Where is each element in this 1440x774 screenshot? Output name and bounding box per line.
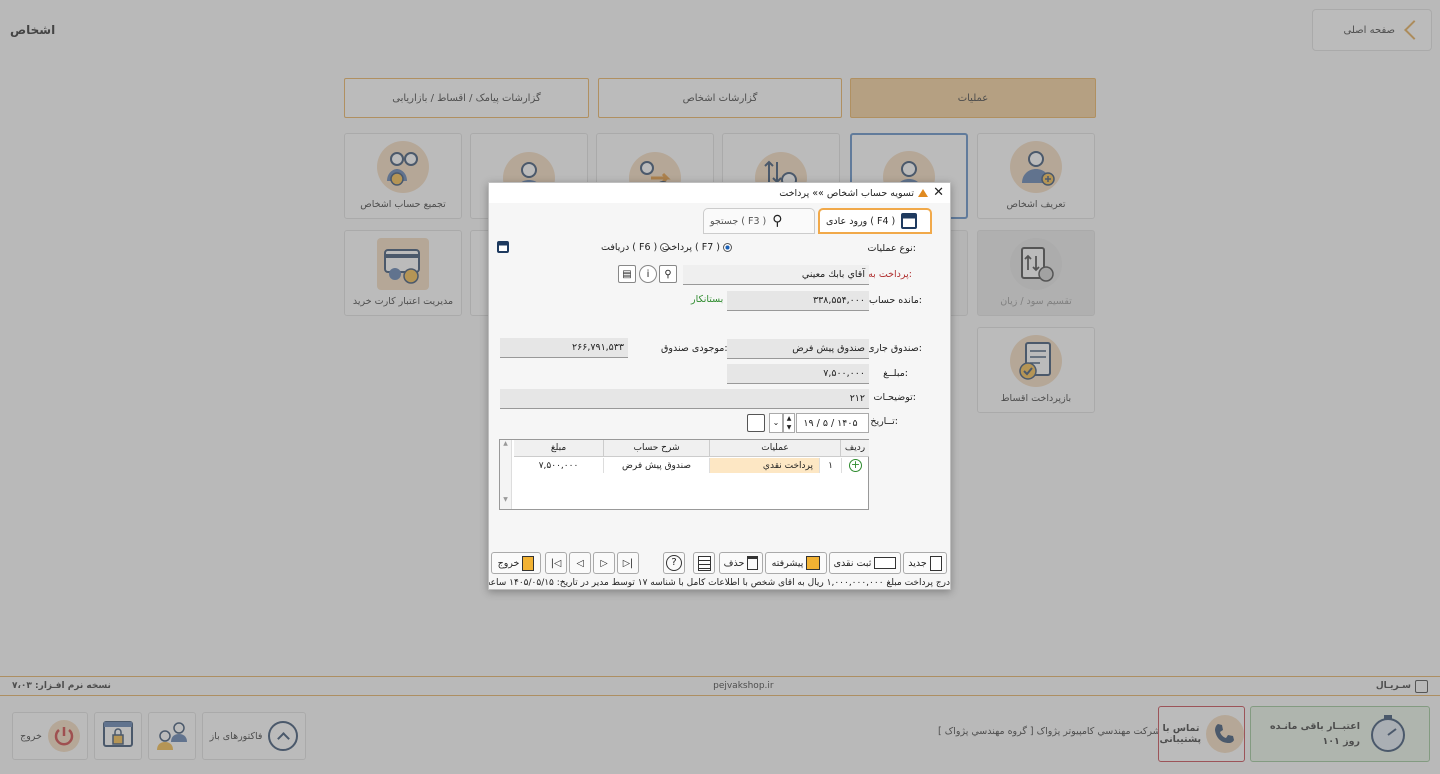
- advanced-label: پیشرفته: [771, 557, 804, 569]
- cell-amount: ۷,۵۰۰,۰۰۰: [514, 458, 604, 473]
- close-icon[interactable]: ✕: [933, 185, 944, 200]
- new-doc-icon: [929, 555, 942, 571]
- advanced-button[interactable]: پیشرفته: [765, 552, 827, 574]
- next-record-button[interactable]: ▷: [593, 552, 615, 574]
- trash-icon: [747, 556, 759, 570]
- skip-start-icon: |◁: [550, 557, 562, 569]
- search-icon: ⚲: [772, 213, 783, 229]
- operations-grid: ردیف عملیات شرح حساب مبلغ ▲ ▼ ۱ پرداخت نق…: [499, 439, 869, 510]
- exit-dialog-label: خروج: [497, 557, 520, 569]
- tab-normal-entry[interactable]: ورود عادی ( F4 ): [818, 208, 932, 234]
- cash-icon: [874, 557, 897, 569]
- app-logo-icon: [918, 189, 928, 197]
- amount-label: مبلــغ:: [883, 368, 908, 379]
- person-card-icon: ▤: [618, 265, 636, 283]
- grid-header-desc: شرح حساب: [604, 440, 710, 457]
- dialog-title: تسویه حساب اشخاص »» پرداخت: [779, 187, 914, 199]
- delete-button[interactable]: حذف: [719, 552, 763, 574]
- calculator-icon: [697, 555, 711, 571]
- info-icon: i: [639, 265, 657, 283]
- play-left-icon: ◁: [576, 557, 584, 569]
- delete-label: حذف: [723, 557, 745, 569]
- desc-label: توضیحـات:: [873, 392, 916, 403]
- search-button[interactable]: ⚲: [659, 265, 677, 283]
- add-row-icon[interactable]: +: [849, 459, 862, 472]
- tab-normal-label: ورود عادی ( F4 ): [826, 215, 896, 227]
- dialog-titlebar: تسویه حساب اشخاص »» پرداخت ✕: [489, 183, 950, 203]
- calendar-icon[interactable]: [747, 414, 765, 432]
- info-button[interactable]: i: [639, 265, 657, 283]
- grid-scrollbar[interactable]: ▲ ▼: [500, 440, 512, 509]
- exit-door-icon: [522, 555, 535, 571]
- radio-pay-label: پرداخت ( F7 ): [662, 242, 720, 253]
- prev-record-button[interactable]: ◁: [569, 552, 591, 574]
- pay-to-field[interactable]: آقاي بابك معيني: [683, 265, 869, 285]
- date-label: تــاریخ:: [870, 416, 898, 427]
- play-right-icon: ▷: [600, 557, 608, 569]
- date-field[interactable]: ۱۹ / ۵ / ۱۴۰۵: [796, 413, 869, 433]
- pay-to-label: پرداخت به:: [868, 269, 912, 280]
- date-spinner[interactable]: ▲ ▼: [783, 413, 795, 433]
- balance-field: ۳۳۸,۵۵۴,۰۰۰: [727, 291, 869, 311]
- exit-dialog-button[interactable]: خروج: [491, 552, 541, 574]
- tab-search-label: جستجو ( F3 ): [710, 215, 767, 227]
- amount-field[interactable]: ۷,۵۰۰,۰۰۰: [727, 364, 869, 384]
- settlement-dialog: تسویه حساب اشخاص »» پرداخت ✕ جستجو ( F3 …: [488, 182, 951, 590]
- grid-header-row: ردیف: [841, 440, 869, 457]
- cash-stock-field: ۲۶۶,۷۹۱,۵۳۳: [500, 338, 628, 358]
- first-record-button[interactable]: |◁: [545, 552, 567, 574]
- pay-to-tools: ⚲: [659, 265, 677, 283]
- calculator-button[interactable]: [693, 552, 715, 574]
- op-type-label: نوع عملیات:: [867, 243, 916, 254]
- balance-label: مانده حساب:: [869, 295, 922, 306]
- save-icon: [901, 213, 918, 229]
- skip-end-icon: ▷|: [622, 557, 634, 569]
- grid-header-op: عملیات: [710, 440, 841, 457]
- cash-field[interactable]: صندوق پیش فرض: [727, 339, 869, 359]
- tab-search[interactable]: جستجو ( F3 ) ⚲: [703, 208, 815, 234]
- radio-pay-circle[interactable]: [723, 243, 732, 252]
- grid-header-amount: مبلغ: [514, 440, 604, 457]
- new-label: جدید: [908, 557, 927, 569]
- date-dropdown[interactable]: ⌄: [769, 413, 783, 433]
- cash-register-button[interactable]: ثبت نقدی: [829, 552, 901, 574]
- help-icon: ?: [666, 555, 682, 571]
- last-record-button[interactable]: ▷|: [617, 552, 639, 574]
- cell-desc: صندوق پیش فرض: [604, 458, 710, 473]
- desc-field[interactable]: ۲۱۲: [500, 389, 869, 409]
- status-message: درج پرداخت مبلغ ۱,۰۰۰,۰۰۰,۰۰۰ ریال به آق…: [489, 578, 950, 588]
- new-button[interactable]: جدید: [903, 552, 947, 574]
- cash-register-label: ثبت نقدی: [833, 557, 872, 569]
- cell-op[interactable]: پرداخت نقدي: [710, 458, 820, 473]
- calendar-coin-icon: [806, 556, 821, 570]
- balance-status: بستانکار: [691, 294, 724, 305]
- cash-stock-label: موجودی صندوق:: [661, 343, 728, 354]
- person-card-button[interactable]: ▤: [618, 265, 636, 283]
- radio-pay[interactable]: پرداخت ( F7 ): [489, 242, 732, 253]
- cell-row: ۱: [820, 458, 842, 473]
- cash-label: صندوق جاری:: [867, 343, 922, 354]
- help-button[interactable]: ?: [663, 552, 685, 574]
